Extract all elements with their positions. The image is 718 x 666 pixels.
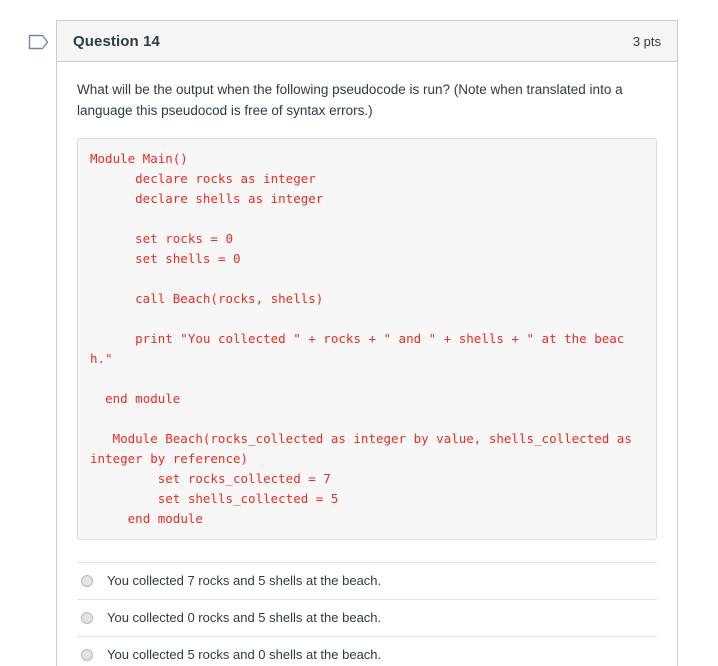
answer-option-label: You collected 7 rocks and 5 shells at th… (107, 572, 382, 588)
question-header: Question 14 3 pts (57, 21, 677, 62)
quiz-question-page: Question 14 3 pts What will be the outpu… (0, 0, 718, 666)
question-prompt: What will be the output when the followi… (77, 82, 623, 118)
answer-option-3[interactable]: You collected 5 rocks and 0 shells at th… (77, 636, 657, 666)
pseudocode-block: Module Main() declare rocks as integer d… (77, 137, 657, 540)
pseudocode-text: Module Main() declare rocks as integer d… (90, 150, 632, 526)
answer-option-2[interactable]: You collected 0 rocks and 5 shells at th… (77, 599, 657, 636)
radio-button-icon[interactable] (81, 612, 93, 625)
answer-option-1[interactable]: You collected 7 rocks and 5 shells at th… (77, 561, 657, 599)
bookmark-flag-icon[interactable] (26, 30, 52, 54)
page-title: Question 14 (73, 32, 160, 50)
answer-options-list: You collected 7 rocks and 5 shells at th… (77, 561, 657, 666)
question-card: Question 14 3 pts What will be the outpu… (56, 20, 678, 666)
radio-button-icon[interactable] (81, 649, 93, 662)
radio-button-icon[interactable] (81, 574, 93, 587)
question-body: What will be the output when the followi… (57, 62, 677, 666)
question-points: 3 pts (632, 33, 661, 49)
answer-option-label: You collected 5 rocks and 0 shells at th… (107, 647, 382, 663)
answer-option-label: You collected 0 rocks and 5 shells at th… (107, 610, 382, 626)
